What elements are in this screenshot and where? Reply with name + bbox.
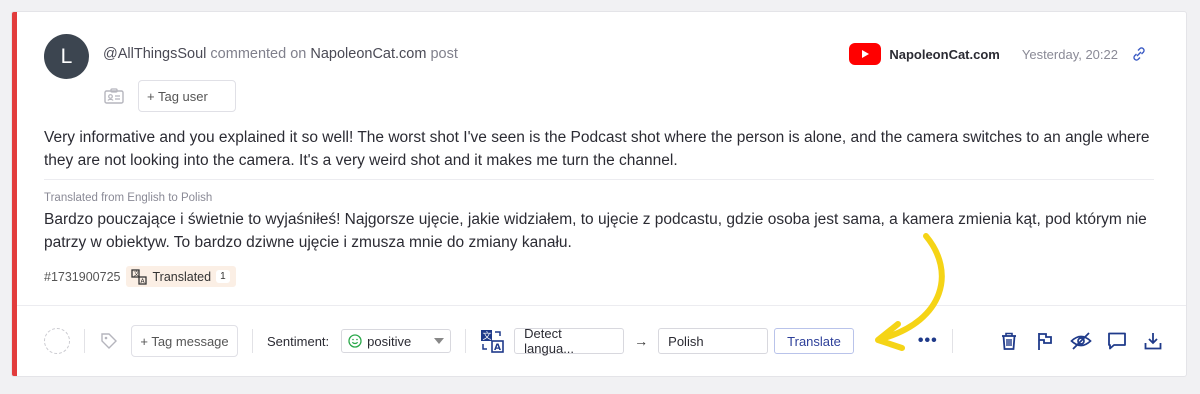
target-suffix: post (430, 46, 458, 62)
translate-icon: 文A (131, 268, 148, 285)
user-tag-row: + Tag user (104, 80, 236, 112)
chevron-down-icon (434, 338, 445, 344)
smile-icon (348, 334, 362, 348)
id-card-icon[interactable] (104, 88, 124, 104)
meta-row: #1731900725 文A Translated 1 (44, 266, 236, 287)
message-id[interactable]: #1731900725 (44, 270, 120, 284)
translate-icon[interactable]: 文A (480, 329, 504, 353)
translated-badge[interactable]: 文A Translated 1 (126, 266, 236, 287)
action-toolbar: + Tag message Sentiment: positive 文A Det… (44, 324, 1174, 358)
target-page[interactable]: NapoleonCat.com (310, 46, 426, 62)
source-info: NapoleonCat.com Yesterday, 20:22 (849, 43, 1146, 65)
translation-divider (44, 179, 1154, 180)
action-text: commented on (210, 46, 307, 62)
assign-avatar-placeholder[interactable] (44, 328, 70, 354)
translate-button[interactable]: Translate (774, 328, 854, 354)
toolbar-separator (84, 329, 85, 353)
download-icon[interactable] (1142, 330, 1164, 352)
sentiment-value: positive (367, 333, 412, 349)
svg-text:A: A (494, 343, 501, 353)
reply-comment-icon[interactable] (1106, 330, 1128, 352)
svg-text:文: 文 (483, 330, 492, 342)
translated-count: 1 (216, 270, 230, 283)
hide-eye-icon[interactable] (1070, 330, 1092, 352)
trash-icon[interactable] (998, 330, 1020, 352)
target-language-input[interactable]: Polish (658, 328, 769, 354)
source-name[interactable]: NapoleonCat.com (889, 47, 1000, 62)
translation-label: Translated from English to Polish (44, 192, 213, 204)
youtube-icon (849, 43, 882, 65)
source-language-select[interactable]: Detect langua... (514, 326, 625, 356)
status-accent-bar (12, 12, 17, 376)
tag-icon[interactable] (99, 331, 119, 351)
avatar-letter: L (60, 44, 73, 68)
translation-text: Bardzo pouczające i świetnie to wyjaśnił… (44, 211, 1147, 251)
link-icon[interactable] (1132, 47, 1146, 61)
action-icons (998, 330, 1164, 352)
tag-message-button[interactable]: + Tag message (131, 325, 238, 357)
avatar[interactable]: L (44, 34, 89, 79)
toolbar-separator (465, 329, 467, 353)
flag-icon[interactable] (1034, 330, 1056, 352)
toolbar-divider (17, 305, 1186, 306)
tag-user-button[interactable]: + Tag user (138, 80, 236, 112)
comment-header: @AllThingsSoul commented on NapoleonCat.… (103, 46, 458, 62)
comment-card: L @AllThingsSoul commented on NapoleonCa… (11, 11, 1187, 377)
sentiment-label: Sentiment: (267, 333, 330, 349)
timestamp: Yesterday, 20:22 (1021, 46, 1118, 62)
sentiment-select[interactable]: positive (341, 329, 452, 353)
comment-text: Very informative and you explained it so… (44, 129, 1150, 169)
arrow-right-icon: → (634, 333, 649, 349)
highlight-arrow-icon (875, 233, 945, 351)
toolbar-separator (252, 329, 253, 353)
translated-badge-label: Translated (152, 269, 212, 284)
author-handle[interactable]: @AllThingsSoul (103, 46, 206, 62)
